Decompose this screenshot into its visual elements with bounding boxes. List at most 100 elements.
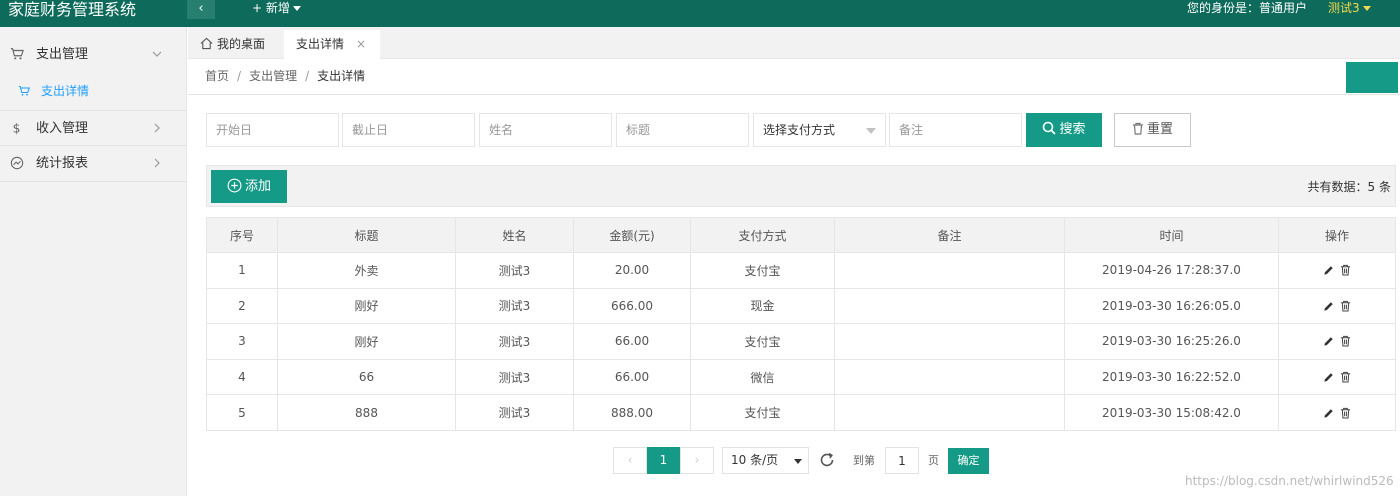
delete-icon[interactable] (1340, 264, 1351, 276)
plus-circle-icon (227, 178, 242, 193)
search-button-label: 搜索 (1059, 122, 1086, 137)
add-button[interactable]: 添加 (211, 170, 287, 203)
name-input[interactable] (479, 113, 612, 147)
table-row: 4 66 测试3 66.00 微信 2019-03-30 16:22:52.0 (206, 358, 1396, 396)
top-bar: 家庭财务管理系统 ‹ + 新增 您的身份是：普通用户 测试3 (0, 0, 1400, 27)
delete-icon[interactable] (1340, 335, 1351, 348)
edit-icon[interactable] (1323, 336, 1334, 347)
watermark: https://blog.csdn.net/whirlwind526 (1185, 474, 1394, 488)
tab-home[interactable]: 我的桌面 (200, 30, 265, 59)
page-size-select[interactable]: 10 条/页 (722, 447, 809, 474)
cell-title: 外卖 (277, 252, 456, 289)
sidebar-item-reports[interactable]: 统计报表 (0, 146, 187, 182)
breadcrumb-bar: 首页 / 支出管理 / 支出详情 (188, 59, 1400, 95)
table-row: 2 刚好 测试3 666.00 现金 2019-03-30 16:26:05.0 (206, 287, 1396, 325)
cell-time: 2019-03-30 16:22:52.0 (1064, 358, 1279, 396)
start-date-input[interactable] (206, 113, 339, 147)
home-icon (200, 37, 213, 50)
page-size-value: 10 条/页 (731, 453, 779, 467)
table-row: 1 外卖 测试3 20.00 支付宝 2019-04-26 17:28:37.0 (206, 252, 1396, 289)
cart-icon (18, 85, 30, 96)
column-header: 操作 (1278, 217, 1396, 253)
cell-method: 微信 (690, 358, 835, 396)
dropdown-arrow-icon (866, 128, 876, 134)
cell-actions (1278, 394, 1396, 431)
cell-actions (1278, 287, 1396, 325)
sidebar-subitem-expense-detail[interactable]: 支出详情 (0, 73, 187, 109)
edit-icon[interactable] (1323, 372, 1334, 383)
column-header: 时间 (1064, 217, 1279, 253)
table-row: 3 刚好 测试3 66.00 支付宝 2019-03-30 16:25:26.0 (206, 323, 1396, 360)
prev-page-button[interactable]: ‹ (613, 447, 647, 474)
goto-page-input[interactable] (885, 447, 919, 474)
cell-title: 66 (277, 358, 456, 396)
page-unit-label: 页 (928, 454, 939, 467)
page-refresh-button[interactable] (1346, 62, 1398, 93)
sidebar-collapse-button[interactable]: ‹ (187, 0, 215, 19)
new-menu-label: + 新增 (252, 1, 290, 15)
cart-icon (10, 48, 24, 60)
title-input[interactable] (616, 113, 749, 147)
cell-note (834, 252, 1065, 289)
tab-label: 我的桌面 (217, 37, 266, 51)
cell-method: 现金 (690, 287, 835, 325)
add-button-label: 添加 (244, 179, 271, 194)
search-icon (1043, 121, 1057, 135)
app-title: 家庭财务管理系统 (8, 0, 137, 19)
cell-amount: 20.00 (573, 252, 691, 289)
cell-note (834, 394, 1065, 431)
user-menu[interactable]: 测试3 (1328, 0, 1371, 19)
end-date-input[interactable] (342, 113, 475, 147)
sidebar-item-income[interactable]: $ 收入管理 (0, 110, 187, 146)
refresh-icon[interactable] (818, 451, 836, 469)
search-button[interactable]: 搜索 (1026, 113, 1102, 147)
breadcrumb-section[interactable]: 支出管理 (249, 69, 297, 83)
cell-amount: 666.00 (573, 287, 691, 325)
cell-title: 刚好 (277, 287, 456, 325)
cell-actions (1278, 252, 1396, 289)
next-page-button[interactable]: › (680, 447, 714, 474)
cell-name: 测试3 (455, 323, 574, 360)
cell-id: 3 (206, 323, 278, 360)
sidebar-item-label: 收入管理 (36, 121, 89, 136)
note-input[interactable] (889, 113, 1022, 147)
delete-icon[interactable] (1340, 371, 1351, 383)
breadcrumb-home[interactable]: 首页 (205, 69, 229, 83)
edit-icon[interactable] (1323, 408, 1334, 419)
pay-method-select[interactable]: 选择支付方式 (753, 113, 886, 147)
delete-icon[interactable] (1340, 300, 1351, 312)
edit-icon[interactable] (1323, 265, 1334, 276)
cell-name: 测试3 (455, 394, 574, 431)
new-menu-button[interactable]: + 新增 (252, 0, 301, 19)
cell-amount: 888.00 (573, 394, 691, 431)
cell-title: 刚好 (277, 323, 456, 360)
sidebar-item-label: 统计报表 (36, 156, 89, 171)
delete-icon[interactable] (1340, 407, 1351, 419)
reset-button[interactable]: 重置 (1114, 113, 1191, 147)
cell-time: 2019-03-30 16:26:05.0 (1064, 287, 1279, 325)
column-header: 支付方式 (690, 217, 835, 253)
cell-id: 5 (206, 394, 278, 431)
column-header: 备注 (834, 217, 1065, 253)
sidebar-item-expense[interactable]: 支出管理 (0, 37, 187, 73)
cell-note (834, 287, 1065, 325)
close-icon[interactable]: × (356, 30, 366, 58)
cell-name: 测试3 (455, 252, 574, 289)
cell-note (834, 358, 1065, 396)
edit-icon[interactable] (1323, 301, 1334, 312)
caret-down-icon (292, 6, 301, 11)
tab-expense-detail[interactable]: 支出详情 × (284, 30, 380, 59)
chevron-right-icon (154, 123, 160, 133)
cell-title: 888 (277, 394, 456, 431)
username: 测试3 (1328, 1, 1360, 15)
cell-actions (1278, 323, 1396, 360)
svg-text:$: $ (13, 121, 21, 135)
goto-confirm-button[interactable]: 确定 (948, 448, 989, 474)
reset-button-label: 重置 (1146, 122, 1173, 137)
breadcrumb-current: 支出详情 (317, 69, 366, 83)
cell-id: 1 (206, 252, 278, 289)
page-1-button[interactable]: 1 (647, 447, 680, 474)
chevron-right-icon (154, 158, 160, 168)
column-header: 金额(元) (573, 217, 691, 253)
identity-label: 您的身份是：普通用户 (1187, 1, 1308, 15)
